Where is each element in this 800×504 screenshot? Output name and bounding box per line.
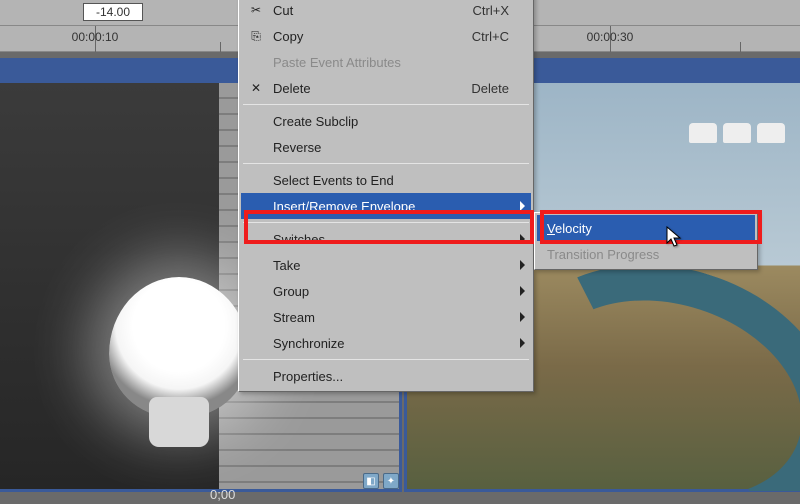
menu-item-label: Transition Progress [541,247,733,262]
submenu-arrow-icon [520,260,525,270]
menu-item-shortcut: Ctrl+C [442,29,509,44]
menu-item-label: Cut [267,3,443,18]
menu-separator [243,104,529,105]
menu-item-label: Take [267,258,509,273]
menu-item[interactable]: ✂CutCtrl+X [241,0,531,23]
menu-item[interactable]: Insert/Remove Envelope [241,193,531,219]
menu-item-label: Synchronize [267,336,509,351]
menu-item-label: Switches [267,232,509,247]
menu-item[interactable]: Take [241,252,531,278]
menu-item[interactable]: Properties... [241,363,531,389]
ruler-tick-label: 00:00:30 [587,30,634,44]
menu-item-label: Paste Event Attributes [267,55,509,70]
menu-item-label: Create Subclip [267,114,509,129]
menu-item-shortcut: Ctrl+X [443,3,509,18]
menu-item[interactable]: ✕DeleteDelete [241,75,531,101]
menu-item-label: Velocity [541,221,733,236]
clip-tc-left: 0;00 [210,487,235,502]
menu-item: Transition Progress [537,241,755,267]
submenu-arrow-icon [520,312,525,322]
menu-item[interactable]: Reverse [241,134,531,160]
menu-item: Paste Event Attributes [241,49,531,75]
submenu-arrow-icon [520,201,525,211]
offset-field[interactable]: -14.00 [83,3,143,21]
submenu-arrow-icon [520,234,525,244]
menu-item[interactable]: Synchronize [241,330,531,356]
submenu-arrow-icon [520,338,525,348]
menu-item-label: Delete [267,81,441,96]
delete-icon: ✕ [245,81,267,95]
menu-item[interactable]: Velocity [537,215,755,241]
ruler-tick-label: 00:00:10 [72,30,119,44]
menu-item[interactable]: Stream [241,304,531,330]
fx-icon[interactable]: ✦ [383,473,399,489]
menu-item-shortcut: Delete [441,81,509,96]
menu-item[interactable]: Group [241,278,531,304]
scissors-icon: ✂ [245,3,267,17]
menu-item-label: Select Events to End [267,173,509,188]
submenu-envelope[interactable]: Velocity Transition Progress [534,212,758,270]
menu-item[interactable]: ⎘CopyCtrl+C [241,23,531,49]
menu-item[interactable]: Switches [241,226,531,252]
menu-item[interactable]: Create Subclip [241,108,531,134]
menu-separator [243,163,529,164]
menu-item[interactable]: Select Events to End [241,167,531,193]
menu-item-label: Group [267,284,509,299]
menu-item-label: Copy [267,29,442,44]
copy-icon: ⎘ [245,29,267,44]
menu-item-label: Properties... [267,369,509,384]
menu-separator [243,222,529,223]
crop-icon[interactable]: ◧ [363,473,379,489]
submenu-arrow-icon [520,286,525,296]
menu-item-label: Insert/Remove Envelope [267,199,509,214]
menu-separator [243,359,529,360]
menu-item-label: Stream [267,310,509,325]
menu-item-label: Reverse [267,140,509,155]
context-menu[interactable]: ✂CutCtrl+X⎘CopyCtrl+CPaste Event Attribu… [238,0,534,392]
